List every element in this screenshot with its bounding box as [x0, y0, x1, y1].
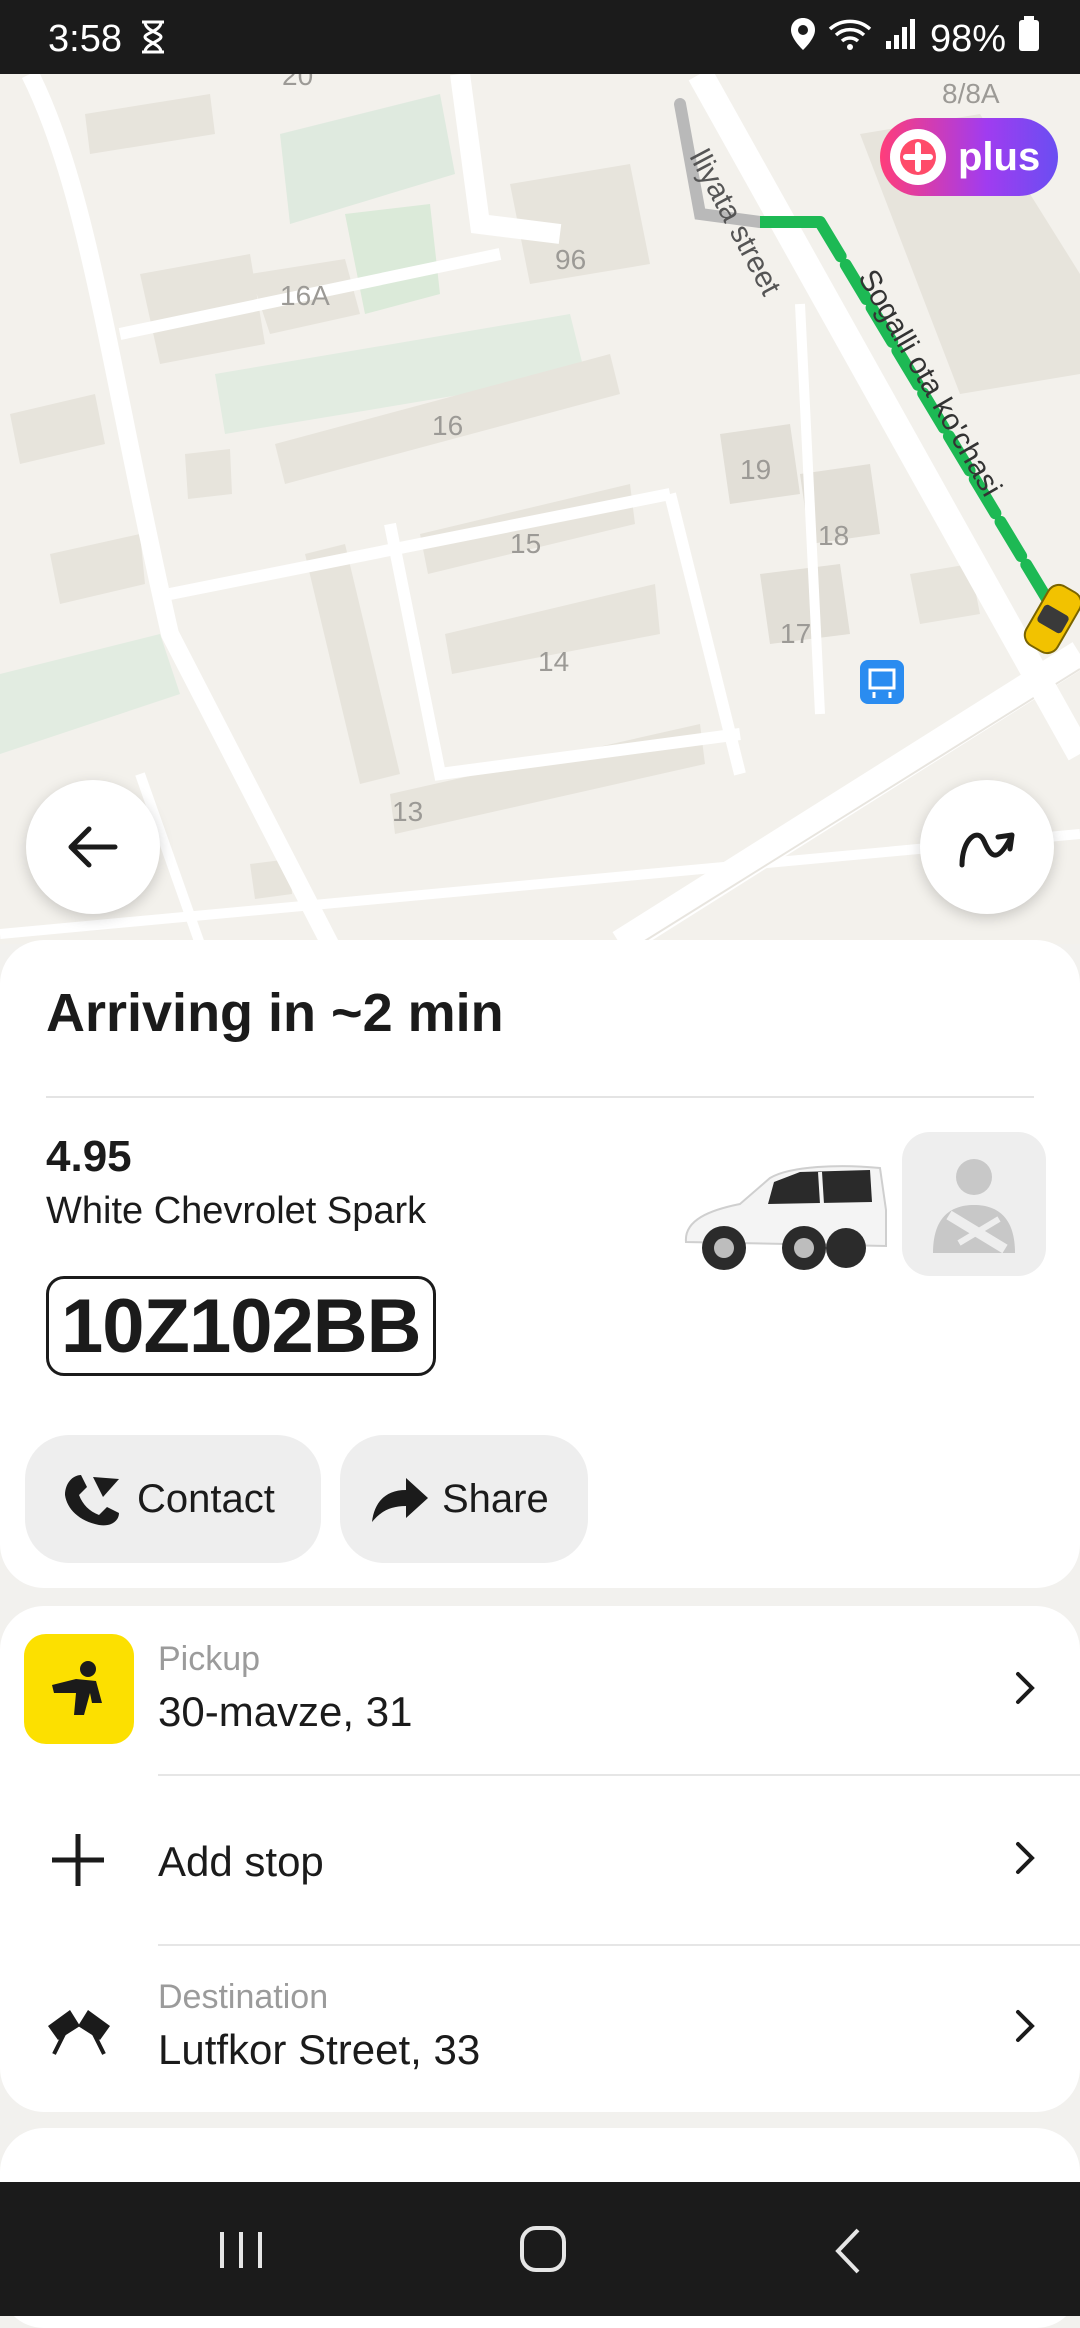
building-label: 19 [740, 454, 772, 485]
share-button[interactable]: Share [340, 1435, 588, 1563]
signal-icon [884, 17, 918, 61]
car-image [680, 1150, 890, 1285]
divider [46, 1096, 1034, 1098]
route-icon [959, 832, 1015, 868]
route-overview-button[interactable] [920, 780, 1054, 914]
building-label: 14 [538, 646, 570, 677]
system-nav-bar [0, 2182, 1080, 2316]
pickup-person-icon [24, 1634, 134, 1744]
trip-info-card: Arriving in ~2 min 4.95 White Chevrolet … [0, 940, 1080, 1588]
building-label: 96 [555, 244, 587, 275]
map-view[interactable]: 16A 96 16 19 18 15 17 14 13 8/8A 20 lliy… [0, 74, 1080, 944]
recents-icon [220, 2232, 262, 2268]
share-label: Share [442, 1476, 549, 1521]
back-nav-button[interactable] [830, 2226, 864, 2281]
building-label: 17 [780, 618, 812, 649]
destination-row[interactable]: Destination Lutfkor Street, 33 [0, 1944, 1080, 2112]
pickup-address: 30-mavze, 31 [158, 1688, 413, 1735]
recent-apps-button[interactable] [216, 2228, 266, 2277]
phone-icon [59, 1471, 125, 1527]
home-button[interactable] [518, 2224, 568, 2279]
plus-badge[interactable]: plus [880, 118, 1058, 196]
driver-avatar[interactable] [902, 1132, 1046, 1276]
building-label: 20 [282, 74, 314, 91]
chevron-left-icon [835, 2228, 860, 2274]
building-label: 13 [392, 796, 424, 827]
pickup-row[interactable]: Pickup 30-mavze, 31 [0, 1606, 1080, 1774]
location-icon [790, 17, 816, 61]
finish-flags-icon [44, 2000, 114, 2061]
building-label: 16 [432, 410, 464, 441]
building-label: 16A [280, 280, 330, 311]
back-button[interactable] [26, 780, 160, 914]
seatbelt-person-icon [933, 1159, 1015, 1254]
share-arrow-icon [370, 1474, 430, 1524]
battery-icon [1018, 16, 1040, 62]
eta-title: Arriving in ~2 min [46, 983, 504, 1043]
building-label: 8/8A [942, 78, 1000, 109]
add-stop-label: Add stop [158, 1838, 324, 1885]
map-canvas [0, 74, 1080, 944]
chevron-right-icon [1014, 1668, 1038, 1713]
status-time: 3:58 [48, 18, 122, 60]
hourglass-icon [138, 20, 168, 59]
route-card: Pickup 30-mavze, 31 Add stop Destination… [0, 1606, 1080, 2112]
chevron-right-icon [1014, 1838, 1038, 1883]
arrow-left-icon [68, 826, 118, 868]
wifi-icon [828, 17, 872, 61]
plus-icon [890, 129, 946, 185]
contact-button[interactable]: Contact [25, 1435, 321, 1563]
plus-icon [50, 1832, 106, 1893]
license-plate: 10Z102BB [46, 1276, 436, 1376]
destination-label: Destination [158, 1978, 329, 2016]
contact-label: Contact [137, 1476, 275, 1521]
plus-label: plus [958, 134, 1041, 179]
destination-address: Lutfkor Street, 33 [158, 2026, 481, 2073]
driver-rating: 4.95 [46, 1132, 132, 1181]
car-description: White Chevrolet Spark [46, 1190, 427, 1232]
pickup-label: Pickup [158, 1640, 261, 1678]
chevron-right-icon [1014, 2006, 1038, 2051]
add-stop-row[interactable]: Add stop [0, 1776, 1080, 1944]
battery-percent: 98% [929, 17, 1006, 60]
status-bar: 3:58 98% [0, 0, 1080, 74]
building-label: 18 [818, 520, 850, 551]
home-icon [520, 2226, 566, 2272]
building-label: 15 [510, 528, 542, 559]
